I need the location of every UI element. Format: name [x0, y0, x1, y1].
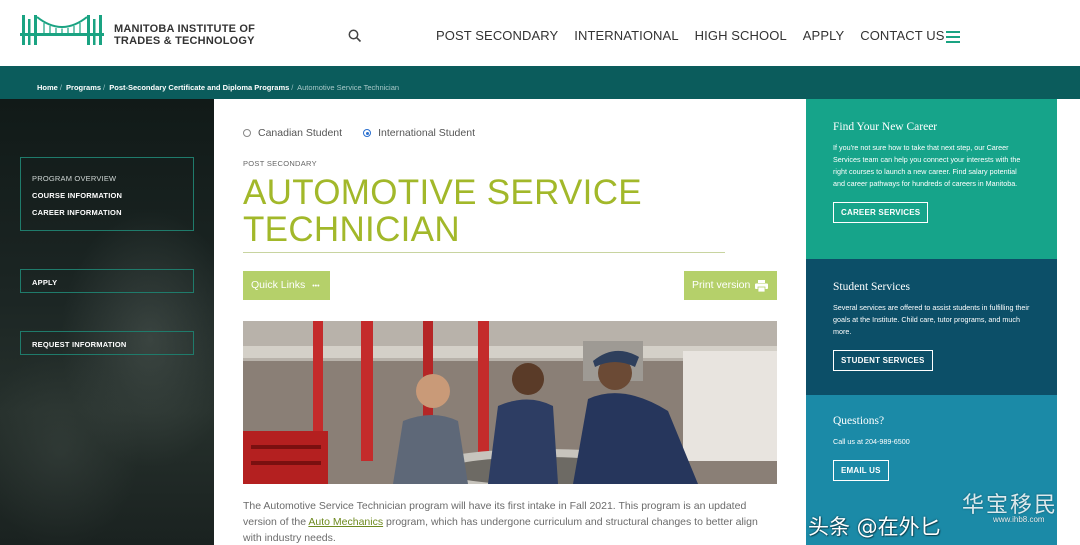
site-header: MANITOBA INSTITUTE OF TRADES & TECHNOLOG… [0, 0, 1080, 66]
breadcrumb-post-secondary[interactable]: Post-Secondary Certificate and Diploma P… [109, 83, 289, 92]
program-category: POST SECONDARY [243, 159, 317, 168]
watermark-author: 头条 @在外匕 [808, 515, 941, 539]
printer-icon [755, 280, 768, 292]
right-sidebar: Find Your New Career If you're not sure … [806, 99, 1057, 545]
logo-line-2: TRADES & TECHNOLOGY [114, 35, 255, 47]
breadcrumb-bar: Home / Programs / Post-Secondary Certifica… [0, 66, 1080, 99]
apply-button[interactable]: APPLY [20, 269, 194, 293]
subnav-course-information[interactable]: COURSE INFORMATION [32, 191, 193, 200]
quick-links-label: Quick Links [251, 279, 306, 291]
logo-wordmark[interactable]: MANITOBA INSTITUTE OF TRADES & TECHNOLOG… [114, 23, 255, 47]
search-icon[interactable] [348, 29, 362, 43]
student-services-card: Student Services Several services are of… [806, 259, 1057, 395]
questions-phone: Call us at 204-989-6500 [833, 437, 910, 446]
radio-international[interactable] [363, 129, 372, 137]
student-services-text: Several services are offered to assist s… [833, 303, 1030, 336]
radio-canadian-label[interactable]: Canadian Student [258, 127, 342, 139]
breadcrumb-programs[interactable]: Programs [66, 83, 101, 92]
program-photo [243, 321, 777, 484]
career-card-title: Find Your New Career [833, 121, 938, 133]
bridge-logo-icon[interactable] [20, 13, 104, 47]
student-services-button[interactable]: STUDENT SERVICES [833, 350, 933, 371]
email-us-button[interactable]: EMAIL US [833, 460, 889, 481]
main-content: Canadian Student International Student P… [214, 99, 806, 545]
career-services-button[interactable]: CAREER SERVICES [833, 202, 929, 223]
logo-line-1: MANITOBA INSTITUTE OF [114, 23, 256, 35]
radio-canadian[interactable] [243, 129, 251, 137]
watermark-url: www.ihb8.com [993, 515, 1045, 524]
nav-apply[interactable]: APPLY [803, 28, 844, 43]
page-gutter [1057, 99, 1080, 545]
hamburger-menu-icon[interactable] [946, 31, 960, 43]
print-version-button[interactable]: Print version [684, 271, 777, 300]
nav-high-school[interactable]: HIGH SCHOOL [695, 28, 787, 43]
career-card: Find Your New Career If you're not sure … [806, 99, 1057, 259]
left-sidebar: PROGRAM OVERVIEW COURSE INFORMATION CARE… [0, 99, 214, 545]
quick-links-button[interactable]: Quick Links ••• [243, 271, 330, 300]
breadcrumb-current: Automotive Service Technician [297, 83, 400, 92]
page-title: AUTOMOTIVE SERVICE TECHNICIAN [243, 173, 642, 249]
main-nav: POST SECONDARY INTERNATIONAL HIGH SCHOOL… [436, 28, 961, 43]
radio-international-label[interactable]: International Student [378, 127, 475, 139]
program-description: The Automotive Service Technician progra… [243, 498, 777, 545]
student-type-selector: Canadian Student International Student [243, 127, 496, 139]
print-version-label: Print version [692, 279, 751, 291]
student-services-title: Student Services [833, 281, 910, 293]
nav-contact-us[interactable]: CONTACT US [860, 28, 944, 43]
nav-post-secondary[interactable]: POST SECONDARY [436, 28, 558, 43]
more-dots-icon: ••• [312, 283, 320, 290]
nav-international[interactable]: INTERNATIONAL [574, 28, 678, 43]
breadcrumb: Home / Programs / Post-Secondary Certifica… [37, 83, 400, 92]
questions-title: Questions? [833, 415, 885, 427]
breadcrumb-home[interactable]: Home [37, 83, 58, 92]
subnav-career-information[interactable]: CAREER INFORMATION [32, 208, 193, 217]
title-divider [243, 252, 725, 253]
subnav-program-overview[interactable]: PROGRAM OVERVIEW [32, 174, 193, 183]
auto-mechanics-link[interactable]: Auto Mechanics [308, 516, 383, 528]
request-information-button[interactable]: REQUEST INFORMATION [20, 331, 194, 355]
career-card-text: If you're not sure how to take that next… [833, 143, 1021, 188]
program-subnav: PROGRAM OVERVIEW COURSE INFORMATION CARE… [20, 157, 194, 231]
